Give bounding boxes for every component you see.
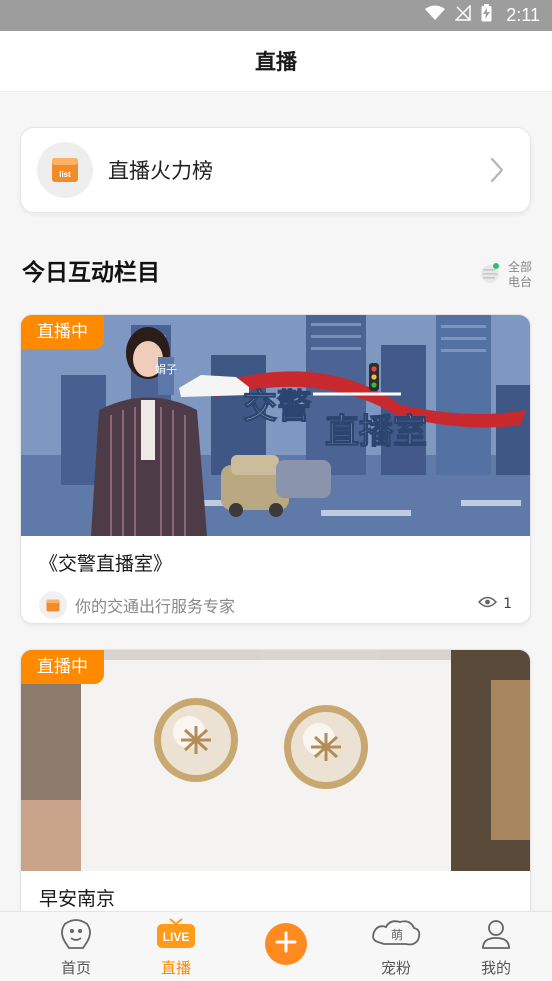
nav-pets-label: 宠粉 (380, 959, 411, 977)
no-signal-icon (454, 4, 472, 26)
nav-live[interactable]: LIVE 直播 (126, 912, 226, 981)
program-cover-image: 交警 直播室 娟子 直播中 (21, 315, 530, 536)
radio-stations-icon (480, 262, 500, 288)
live-badge: 直播中 (21, 650, 104, 684)
section-title: 今日互动栏目 (22, 260, 160, 286)
nav-me-label: 我的 (480, 959, 511, 977)
clock: 2:11 (506, 5, 540, 25)
cover-title-line2: 直播室 (325, 412, 427, 452)
nav-home[interactable]: 首页 (26, 912, 126, 981)
cover-host-tag: 娟子 (155, 362, 177, 376)
all-stations-line1: 全部 (507, 260, 532, 274)
program-title: 早安南京 (39, 888, 116, 910)
all-stations-link[interactable]: 全部 电台 (480, 260, 534, 290)
add-button[interactable] (265, 923, 307, 965)
battery-charging-icon (481, 4, 492, 27)
plus-icon (275, 931, 297, 957)
nav-create[interactable] (226, 912, 346, 981)
program-list-icon (39, 591, 67, 619)
program-title: 《交警直播室》 (39, 553, 173, 575)
bottom-nav: 首页 LIVE 直播 萌 宠粉 我的 (0, 911, 552, 981)
chevron-right-icon (490, 157, 504, 187)
program-description: 你的交通出行服务专家 (75, 597, 236, 616)
wifi-icon (425, 5, 446, 26)
nav-home-label: 首页 (60, 959, 91, 977)
program-cover-image: 直播中 (21, 650, 530, 871)
view-count: 1 (478, 596, 512, 612)
page-title: 直播 (255, 50, 297, 74)
program-card[interactable]: 直播中 早安南京 (20, 649, 531, 949)
all-stations-label: 全部 电台 (506, 260, 534, 290)
program-card[interactable]: 交警 直播室 娟子 直播中 《交警直播室》 你的交通出行服务专家 1 (20, 314, 531, 624)
nav-live-label: 直播 (160, 959, 191, 977)
nav-me[interactable]: 我的 (446, 912, 546, 981)
status-bar: 2:11 (0, 0, 552, 31)
eye-icon (478, 596, 498, 612)
svg-text:LIVE: LIVE (163, 930, 190, 944)
pets-cloud-icon: 萌 (370, 918, 422, 954)
live-badge: 直播中 (21, 315, 104, 349)
program-meta: 你的交通出行服务专家 (39, 591, 235, 619)
app-header: 直播 (0, 31, 552, 92)
svg-text:list: list (59, 170, 71, 179)
ranking-list-icon: list (37, 142, 93, 198)
home-mascot-icon (59, 918, 93, 954)
view-count-value: 1 (503, 596, 512, 612)
all-stations-line2: 电台 (507, 275, 532, 289)
live-ranking-label: 直播火力榜 (108, 159, 213, 183)
svg-text:萌: 萌 (391, 928, 403, 942)
live-ranking-card[interactable]: list 直播火力榜 (20, 127, 531, 213)
user-profile-icon (480, 918, 512, 954)
nav-pets[interactable]: 萌 宠粉 (346, 912, 446, 981)
live-tv-icon: LIVE (156, 918, 196, 954)
cover-title-line1: 交警 (243, 387, 311, 427)
